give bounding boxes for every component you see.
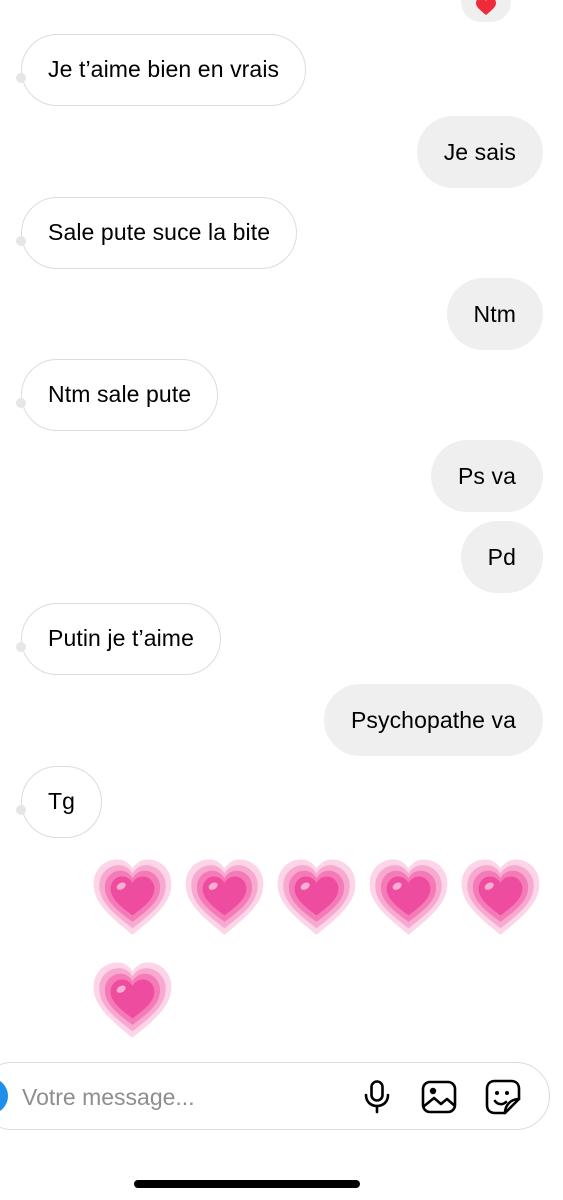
growing-heart-icon xyxy=(92,960,173,1041)
emoji-row xyxy=(92,857,541,938)
sticker-icon[interactable] xyxy=(484,1078,522,1116)
outgoing-message[interactable]: Ps va xyxy=(430,440,543,512)
incoming-message[interactable]: Je t’aime bien en vrais xyxy=(16,34,307,106)
growing-heart-icon xyxy=(184,857,265,938)
message-text: Je t’aime bien en vrais xyxy=(48,56,280,82)
message-text: Sale pute suce la bite xyxy=(48,219,271,245)
message-text: Je sais xyxy=(443,139,516,165)
microphone-icon[interactable] xyxy=(358,1078,396,1116)
outgoing-message[interactable]: Je sais xyxy=(416,116,543,188)
avatar xyxy=(16,642,26,652)
outgoing-message[interactable]: Pd xyxy=(460,521,543,593)
growing-heart-icon xyxy=(92,857,173,938)
chat-screen: Je t’aime bien en vrais Je sais Sale put… xyxy=(0,0,563,1200)
message-text: Pd xyxy=(487,544,516,570)
message-text: Ps va xyxy=(457,463,516,489)
message-text: Putin je t’aime xyxy=(48,625,194,651)
outgoing-message[interactable]: Psychopathe va xyxy=(323,684,543,756)
red-heart-icon xyxy=(476,0,496,15)
outgoing-message[interactable]: Ntm xyxy=(446,278,543,350)
growing-heart-icon xyxy=(276,857,357,938)
incoming-message[interactable]: Sale pute suce la bite xyxy=(16,197,298,269)
message-text: Ntm sale pute xyxy=(48,381,192,407)
incoming-message[interactable]: Tg xyxy=(16,766,103,838)
avatar xyxy=(16,805,26,815)
message-text: Ntm xyxy=(473,301,516,327)
growing-heart-icon xyxy=(460,857,541,938)
avatar xyxy=(16,236,26,246)
message-text: Psychopathe va xyxy=(350,707,516,733)
message-text: Tg xyxy=(48,788,76,814)
incoming-message[interactable]: Ntm sale pute xyxy=(16,359,219,431)
home-indicator xyxy=(134,1180,360,1188)
gallery-icon[interactable] xyxy=(420,1078,458,1116)
reaction-bubble[interactable] xyxy=(461,0,511,22)
avatar xyxy=(16,398,26,408)
emoji-row xyxy=(92,960,173,1041)
avatar xyxy=(16,73,26,83)
incoming-message[interactable]: Putin je t’aime xyxy=(16,603,221,675)
message-input[interactable] xyxy=(22,1080,342,1114)
growing-heart-icon xyxy=(368,857,449,938)
